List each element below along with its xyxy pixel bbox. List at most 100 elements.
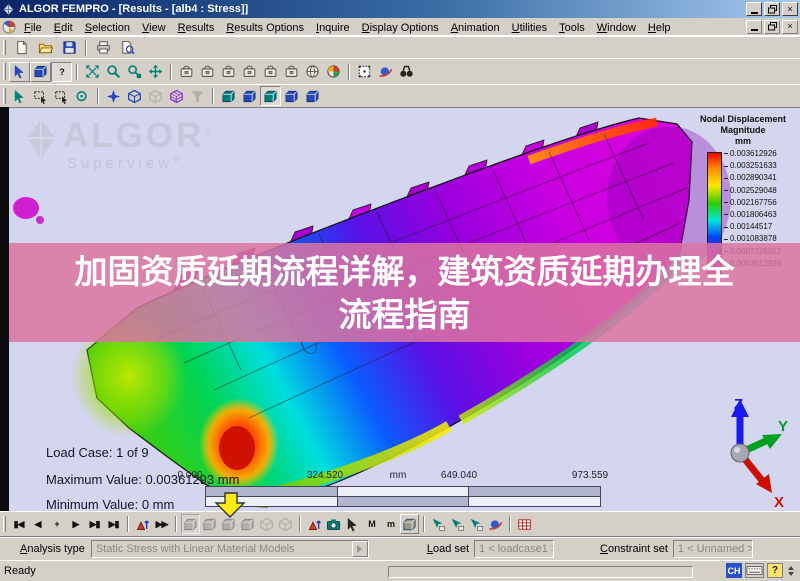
zoom-window-button[interactable] xyxy=(103,62,124,82)
probe-maximum-button[interactable] xyxy=(467,514,486,534)
results-viewport[interactable]: ALGOR® Superview® Nodal Displacement Mag… xyxy=(9,107,800,511)
menu-inquire[interactable]: Inquire xyxy=(310,21,356,35)
select-vertices-button[interactable] xyxy=(103,86,124,106)
context-help-button[interactable]: ? xyxy=(51,61,72,82)
pan-button[interactable] xyxy=(145,62,166,82)
menu-selection[interactable]: Selection xyxy=(79,21,136,35)
select-polyline-button[interactable] xyxy=(51,86,72,106)
current-load-case-button[interactable]: + xyxy=(47,514,66,534)
play-all-button[interactable]: ▶▶ xyxy=(152,514,171,534)
display-filled-mesh-button[interactable] xyxy=(302,86,323,106)
toolbar-grip[interactable] xyxy=(3,88,6,104)
menu-results[interactable]: Results xyxy=(172,21,221,35)
print-preview-button[interactable] xyxy=(115,38,139,58)
probe-button[interactable] xyxy=(343,514,362,534)
menu-file[interactable]: File xyxy=(18,21,48,35)
ime-language-badge[interactable]: CH xyxy=(726,563,742,578)
new-file-button[interactable] xyxy=(9,38,33,58)
min-value-marker-icon xyxy=(214,492,246,518)
menu-animation[interactable]: Animation xyxy=(445,21,506,35)
animation-frame-1-icon xyxy=(183,517,198,532)
zoom-extents-button[interactable] xyxy=(82,62,103,82)
menu-utilities[interactable]: Utilities xyxy=(506,21,553,35)
play-animation-button[interactable]: ▶ xyxy=(66,514,85,534)
select-point-button[interactable] xyxy=(9,86,30,106)
select-rectangle-button[interactable] xyxy=(30,86,51,106)
select-circle-icon xyxy=(75,89,90,104)
display-surfaces-button[interactable] xyxy=(218,86,239,106)
close-button[interactable]: × xyxy=(782,2,798,16)
probe-nearest-button[interactable] xyxy=(429,514,448,534)
minimize-button[interactable] xyxy=(746,2,762,16)
ruler-unit-label: mm xyxy=(389,470,407,481)
show-maximum-button[interactable]: M xyxy=(362,514,381,534)
ime-options-toggle[interactable] xyxy=(786,565,796,576)
first-load-case-button[interactable]: ▮◀ xyxy=(9,514,28,534)
menu-tools[interactable]: Tools xyxy=(553,21,591,35)
view-bottom-button[interactable] xyxy=(239,62,260,82)
open-file-button[interactable] xyxy=(33,38,57,58)
view-right-button[interactable] xyxy=(281,62,302,82)
select-surfaces-button[interactable] xyxy=(124,86,145,106)
last-load-case-button[interactable]: ▶▮ xyxy=(104,514,123,534)
print-button[interactable] xyxy=(91,38,115,58)
toolbar-grip[interactable] xyxy=(3,62,6,81)
analysis-type-expand-button[interactable] xyxy=(351,541,368,557)
menu-bar: File Edit Selection View Results Results Opti… xyxy=(0,18,800,36)
menu-results-options[interactable]: Results Options xyxy=(220,21,310,35)
menu-help[interactable]: Help xyxy=(642,21,677,35)
title-bar: ALGOR FEMPRO - [Results - [alb4 : Stress… xyxy=(0,0,800,18)
orbit-button[interactable] xyxy=(375,62,396,82)
toolbar-grip[interactable] xyxy=(3,515,6,533)
keyboard-icon[interactable] xyxy=(745,563,764,578)
report-button[interactable] xyxy=(400,514,419,534)
view-front-button[interactable] xyxy=(176,62,197,82)
open-file-icon xyxy=(38,40,53,55)
probe-minimum-button[interactable] xyxy=(448,514,467,534)
ruler-label: 649.040 xyxy=(440,470,478,481)
first-load-case-button-glyph: ▮◀ xyxy=(13,518,25,529)
legend-value: 0.001806463 xyxy=(724,209,781,221)
view-isometric-button[interactable] xyxy=(302,62,323,82)
menu-edit[interactable]: Edit xyxy=(48,21,79,35)
display-mesh-button[interactable] xyxy=(281,86,302,106)
child-restore-button[interactable] xyxy=(764,19,780,34)
find-button[interactable] xyxy=(396,62,417,82)
next-load-case-button[interactable]: ▶▮ xyxy=(85,514,104,534)
child-close-button[interactable]: × xyxy=(782,19,798,34)
display-shaded-icon xyxy=(263,89,278,104)
snap-grid-button[interactable] xyxy=(354,62,375,82)
show-max-marker-button[interactable] xyxy=(305,514,324,534)
view-back-button[interactable] xyxy=(197,62,218,82)
toolbar-separator xyxy=(348,63,350,80)
view-top-button[interactable] xyxy=(218,62,239,82)
animate-load-cases-button[interactable] xyxy=(133,514,152,534)
show-minimum-button[interactable]: m xyxy=(381,514,400,534)
display-shaded-button[interactable] xyxy=(260,86,281,106)
restore-button[interactable] xyxy=(764,2,780,16)
selection-toolbar xyxy=(0,84,800,107)
toolbar-grip[interactable] xyxy=(3,40,6,55)
pointer-select-button[interactable] xyxy=(9,61,30,82)
render-mode-button[interactable] xyxy=(30,61,51,82)
select-circle-button[interactable] xyxy=(72,86,93,106)
ime-help-icon[interactable]: ? xyxy=(767,563,783,578)
menu-display-options[interactable]: Display Options xyxy=(356,21,445,35)
view-left-button[interactable] xyxy=(260,62,281,82)
results-table-button[interactable] xyxy=(515,514,534,534)
view-back-icon xyxy=(200,64,215,79)
previous-load-case-button[interactable]: ◀ xyxy=(28,514,47,534)
select-mesh-button[interactable] xyxy=(166,86,187,106)
snapshot-button[interactable] xyxy=(324,514,343,534)
document-icon xyxy=(2,20,16,33)
display-edges-button[interactable] xyxy=(239,86,260,106)
child-minimize-button[interactable] xyxy=(746,19,762,34)
save-button[interactable] xyxy=(57,38,81,58)
view-shaded-button[interactable] xyxy=(323,62,344,82)
zoom-previous-button[interactable] xyxy=(124,62,145,82)
probe-icon xyxy=(345,517,360,532)
probe-settings-button[interactable] xyxy=(486,514,505,534)
menu-view[interactable]: View xyxy=(136,21,172,35)
menu-window[interactable]: Window xyxy=(591,21,642,35)
analysis-bar: Analysis type Static Stress with Linear … xyxy=(0,537,800,560)
